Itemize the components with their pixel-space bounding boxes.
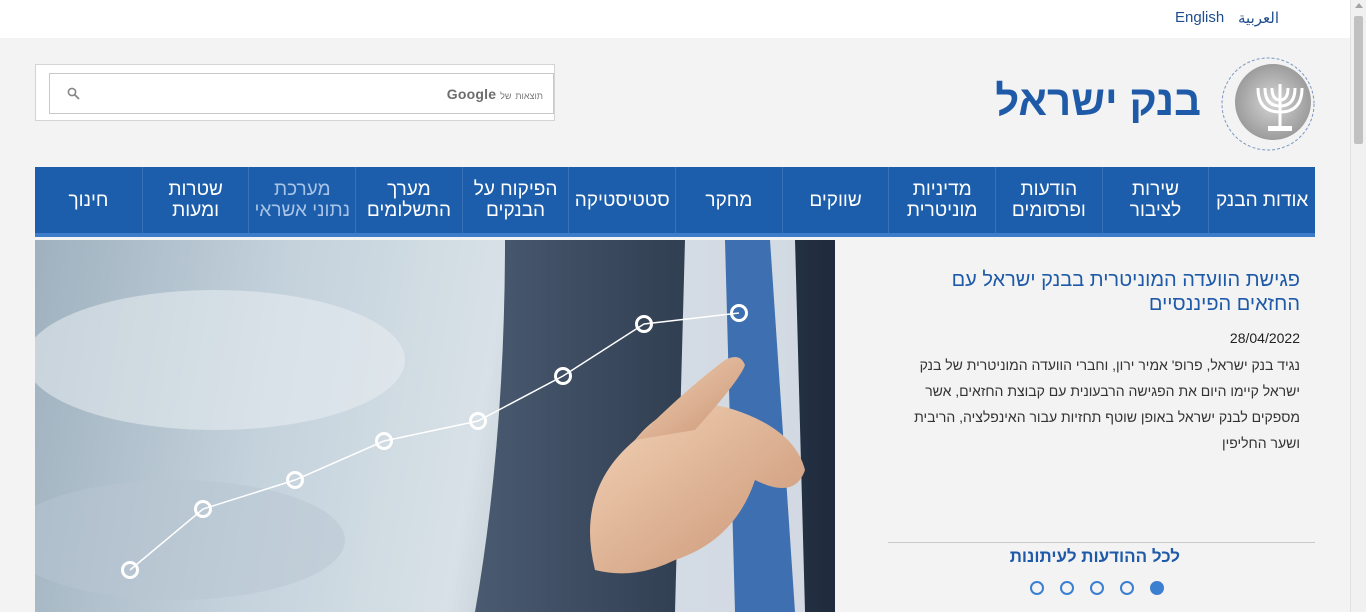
main-navigation: אודות הבנק שירות לציבור הודעות ופרסומים …: [35, 167, 1315, 237]
featured-news: פגישת הוועדה המוניטרית בבנק ישראל עם החז…: [888, 258, 1300, 456]
nav-item-monetary-policy[interactable]: מדיניות מוניטרית: [888, 167, 995, 233]
nav-item-education[interactable]: חינוך: [35, 167, 142, 233]
nav-item-statistics[interactable]: סטטיסטיקה: [568, 167, 675, 233]
nav-item-press-publications[interactable]: הודעות ופרסומים: [995, 167, 1102, 233]
top-bar: العربية English: [0, 0, 1350, 38]
nav-item-public-service[interactable]: שירות לציבור: [1101, 167, 1209, 233]
search-brand-suffix: של: [500, 91, 512, 101]
language-english-link[interactable]: English: [1175, 9, 1224, 26]
carousel-dot-3[interactable]: [1090, 581, 1104, 595]
nav-item-bank-supervision[interactable]: הפיקוח על הבנקים: [461, 167, 569, 233]
news-divider: [888, 542, 1315, 543]
news-date: 28/04/2022: [1229, 330, 1300, 346]
search-input[interactable]: תוצאות של Google: [49, 73, 554, 114]
carousel-pagination: [1030, 581, 1164, 595]
search-icon[interactable]: [67, 87, 80, 100]
nav-item-markets[interactable]: שווקים: [781, 167, 889, 233]
news-summary: נגיד בנק ישראל, פרופ' אמיר ירון, וחברי ה…: [914, 357, 1300, 451]
hero-carousel-image[interactable]: [35, 240, 835, 612]
language-arabic-link[interactable]: العربية: [1238, 9, 1279, 27]
nav-item-about-bank[interactable]: אודות הבנק: [1208, 167, 1315, 233]
google-wordmark: Google: [446, 86, 497, 102]
page-scrollbar[interactable]: [1350, 0, 1366, 612]
search-container: תוצאות של Google: [35, 64, 555, 121]
nav-item-research[interactable]: מחקר: [675, 167, 782, 233]
search-brand-word: תוצאות: [515, 91, 543, 101]
carousel-dot-4[interactable]: [1060, 581, 1074, 595]
nav-item-credit-data-system[interactable]: מערכת נתוני אשראי: [248, 167, 355, 233]
carousel-dot-2[interactable]: [1120, 581, 1134, 595]
site-title[interactable]: בנק ישראל: [995, 77, 1201, 125]
menorah-emblem-icon[interactable]: [1218, 54, 1318, 154]
scroll-up-arrow-icon[interactable]: [1355, 3, 1363, 8]
nav-item-payment-systems[interactable]: מערך התשלומים: [355, 167, 462, 233]
scroll-thumb[interactable]: [1354, 16, 1363, 144]
search-google-branding: תוצאות של Google: [447, 86, 543, 102]
nav-item-banknotes-coins[interactable]: שטרות ומעות: [141, 167, 249, 233]
carousel-dot-1-active[interactable]: [1150, 581, 1164, 595]
hero-growth-graphic: [35, 240, 835, 612]
carousel-dot-5[interactable]: [1030, 581, 1044, 595]
news-headline-link[interactable]: פגישת הוועדה המוניטרית בבנק ישראל עם החז…: [888, 268, 1300, 316]
all-press-releases-link[interactable]: לכל ההודעות לעיתונות: [1010, 547, 1180, 567]
